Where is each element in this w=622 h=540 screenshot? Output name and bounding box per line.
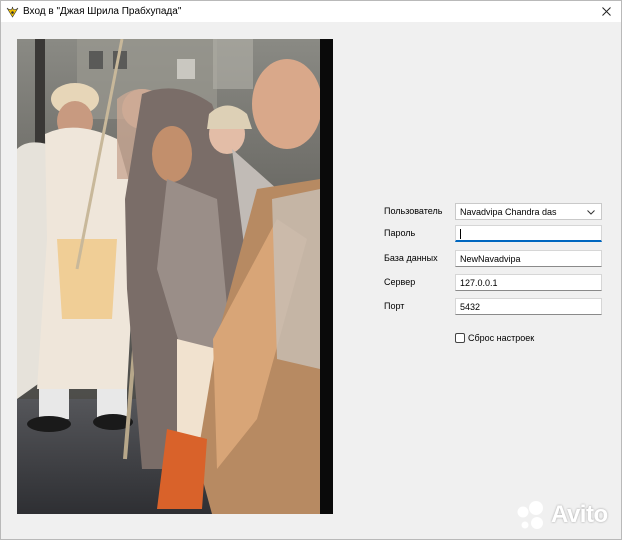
password-label: Пароль <box>384 228 416 238</box>
login-window: Вход в "Джая Шрила Прабхупада" Пользоват… <box>0 0 622 540</box>
user-row: Пользователь Navadvipa Chandra das <box>384 203 602 221</box>
port-field[interactable]: 5432 <box>455 298 602 315</box>
password-row: Пароль <box>384 225 602 243</box>
app-logo-icon <box>6 6 19 18</box>
database-value: NewNavadvipa <box>460 254 521 264</box>
user-select[interactable]: Navadvipa Chandra das <box>455 203 602 220</box>
password-field[interactable] <box>455 225 602 242</box>
window-title: Вход в "Джая Шрила Прабхупада" <box>23 6 182 17</box>
server-label: Сервер <box>384 277 416 287</box>
port-row: Порт 5432 <box>384 298 602 316</box>
reset-checkbox-label: Сброс настроек <box>468 333 535 343</box>
avito-logo-icon <box>517 501 543 529</box>
database-row: База данных NewNavadvipa <box>384 250 602 268</box>
user-select-value: Navadvipa Chandra das <box>460 207 557 217</box>
port-label: Порт <box>384 301 405 311</box>
avito-watermark: Avito <box>514 499 608 531</box>
photo-frame <box>17 39 333 514</box>
server-row: Сервер 127.0.0.1 <box>384 274 602 292</box>
chevron-down-icon <box>587 210 595 215</box>
title-bar[interactable]: Вход в "Джая Шрила Прабхупада" <box>1 1 621 22</box>
close-button[interactable] <box>591 1 621 22</box>
database-label: База данных <box>384 253 438 263</box>
user-label: Пользователь <box>384 206 443 216</box>
reset-checkbox-row[interactable]: Сброс настроек <box>455 331 534 345</box>
watermark-text: Avito <box>551 501 608 528</box>
port-value: 5432 <box>460 302 481 312</box>
close-icon <box>601 7 611 16</box>
database-field[interactable]: NewNavadvipa <box>455 250 602 267</box>
text-caret <box>460 229 461 239</box>
server-value: 127.0.0.1 <box>460 278 498 288</box>
server-field[interactable]: 127.0.0.1 <box>455 274 602 291</box>
reset-checkbox[interactable] <box>455 333 465 343</box>
photo <box>17 39 320 514</box>
